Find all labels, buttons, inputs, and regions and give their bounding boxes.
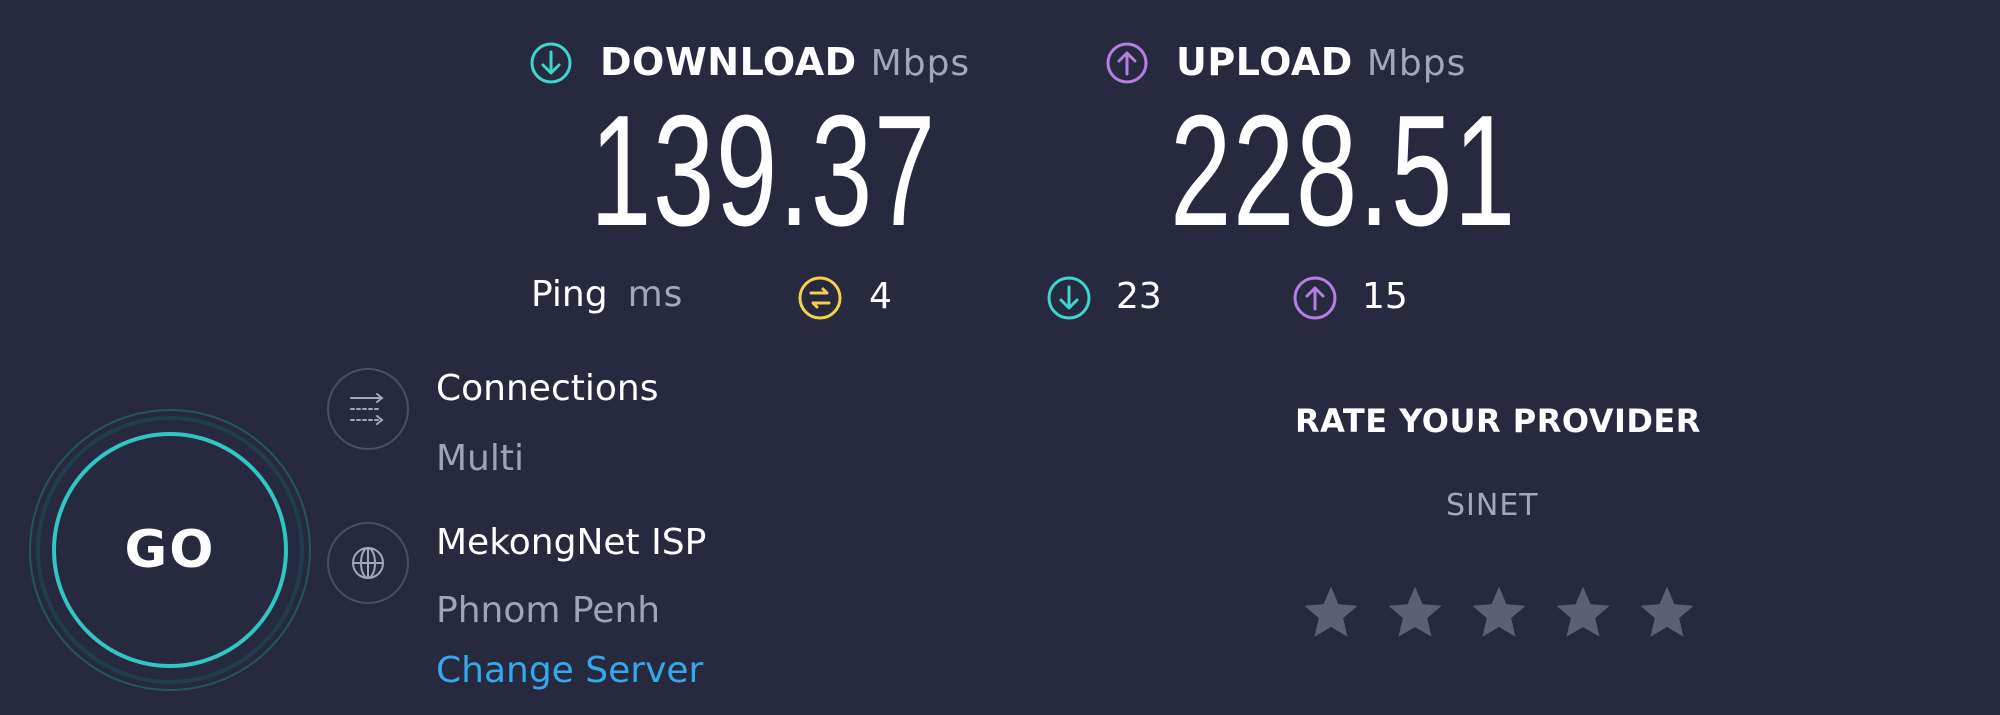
star-rating <box>1299 582 1699 646</box>
provider-name: SINET <box>1446 488 1539 523</box>
star-5-icon[interactable] <box>1635 582 1699 644</box>
ping-label: Ping <box>531 274 608 315</box>
connections-value[interactable]: Multi <box>436 438 524 479</box>
download-header: DOWNLOAD Mbps <box>600 40 970 84</box>
upload-icon <box>1105 41 1149 85</box>
rate-provider-title: RATE YOUR PROVIDER <box>1295 402 1701 440</box>
server-city: Phnom Penh <box>436 590 661 631</box>
ping-download-icon <box>1046 275 1092 321</box>
isp-name: MekongNet ISP <box>436 522 707 563</box>
upload-unit: Mbps <box>1366 43 1467 84</box>
globe-icon <box>352 547 384 579</box>
star-1-icon[interactable] <box>1299 582 1363 644</box>
ping-idle-value: 4 <box>869 276 892 317</box>
upload-value: 228.51 <box>1170 83 1517 259</box>
ping-download-value: 23 <box>1116 276 1162 317</box>
server-button[interactable] <box>327 522 409 604</box>
download-label: DOWNLOAD <box>600 40 857 84</box>
ping-row-label: Ping ms <box>531 274 683 315</box>
change-server-link[interactable]: Change Server <box>436 650 703 691</box>
download-unit: Mbps <box>870 43 971 84</box>
connections-title: Connections <box>436 368 659 409</box>
star-2-icon[interactable] <box>1383 582 1447 644</box>
upload-label: UPLOAD <box>1176 40 1353 84</box>
connections-button[interactable] <box>327 368 409 450</box>
ping-upload-value: 15 <box>1362 276 1408 317</box>
connections-icon <box>350 393 384 425</box>
upload-header: UPLOAD Mbps <box>1176 40 1466 84</box>
star-3-icon[interactable] <box>1467 582 1531 644</box>
go-button[interactable]: GO <box>28 408 312 692</box>
ping-upload-icon <box>1292 275 1338 321</box>
download-icon <box>529 41 573 85</box>
ping-icon <box>797 275 843 321</box>
download-value: 139.37 <box>590 83 937 259</box>
star-4-icon[interactable] <box>1551 582 1615 644</box>
go-label: GO <box>124 520 216 580</box>
ping-unit: ms <box>627 274 684 315</box>
